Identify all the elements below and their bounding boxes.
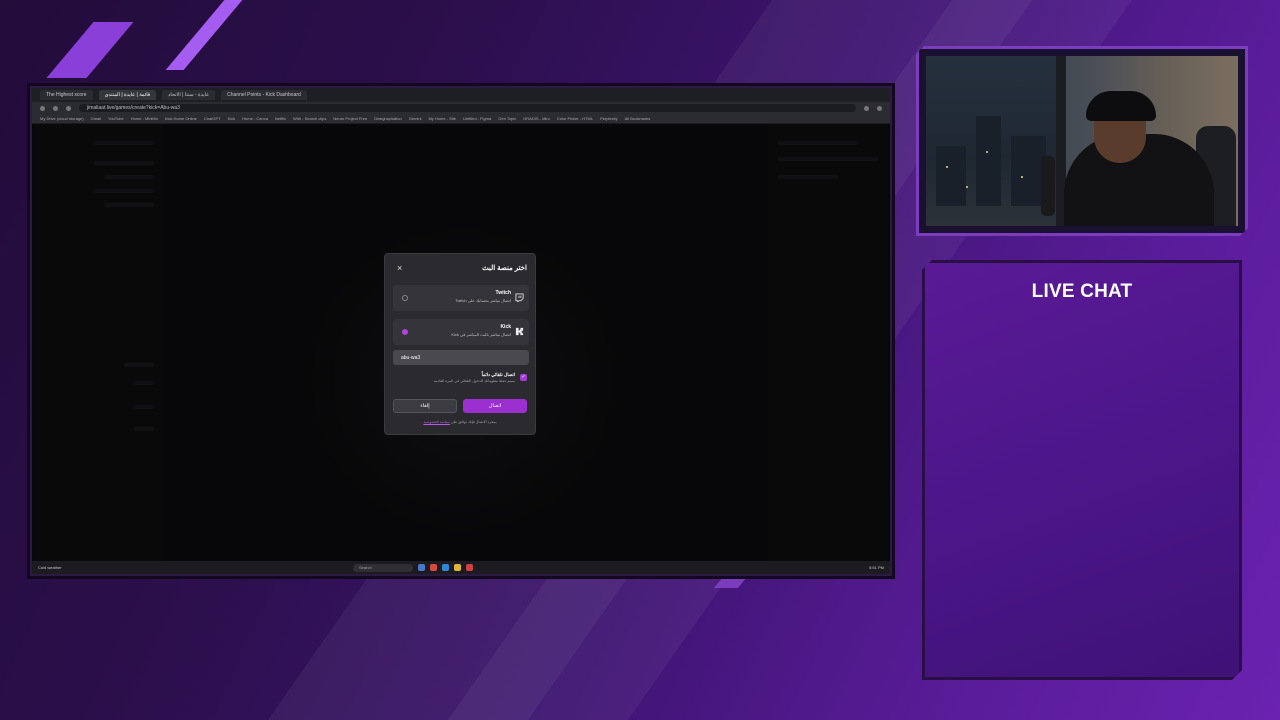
option-desc: اتصال مباشر بحسابك على Twitch [455,298,511,303]
live-chat-title: LIVE CHAT [1031,281,1133,302]
close-icon[interactable]: × [397,264,402,273]
bookmark[interactable]: GRADIS - Miro [523,116,550,121]
bookmark[interactable]: Gemini [409,116,422,121]
terms-note: بمجرد الاتصال فإنك توافق على سياسة الخصو… [385,420,535,424]
bookmark[interactable]: Home - MiniMo [131,116,158,121]
twitch-icon [515,293,524,302]
menu-icon[interactable] [877,105,882,111]
remember-row[interactable]: ✓ اتصال تلقائي دائماً سيتم حفظ معلوماتك … [393,369,529,387]
bookmark[interactable]: All Bookmarks [625,116,651,121]
cancel-button[interactable]: إلغاء [393,399,457,413]
microphone-icon [1041,156,1055,216]
bookmark[interactable]: Netflix [275,116,286,121]
remember-checkbox[interactable]: ✓ [520,374,527,381]
privacy-link[interactable]: سياسة الخصوصية [423,420,450,424]
remember-desc: سيتم حفظ معلوماتك للدخول التلقائي في الم… [433,379,515,383]
platform-dialog: اختر منصة البث × Twitch اتصال مباشر بحسا… [384,253,536,435]
webcam-frame [916,46,1248,236]
option-kick[interactable]: Kick اتصال مباشر بالبث المباشر في Kick [393,319,529,345]
browser-tab[interactable]: عايدة - سنتا | الاتحاد [162,90,216,100]
remember-title: اتصال تلقائي دائماً [481,372,515,377]
browser-tab[interactable]: قائمة | عايدة | المنتدى [98,90,157,100]
terms-text: بمجرد الاتصال فإنك توافق على [450,420,497,424]
chrome-icon[interactable] [466,564,473,571]
windows-taskbar: Cold weather Search 5:51 PM [32,561,890,574]
bookmark[interactable]: Gen Topic [498,116,516,121]
folder-icon[interactable] [454,564,461,571]
live-chat-panel: LIVE CHAT [922,260,1242,680]
explorer-icon[interactable] [418,564,425,571]
radio-kick[interactable] [402,329,408,335]
bookmark[interactable]: My Home - Site [428,116,456,121]
option-desc: اتصال مباشر بالبث المباشر في Kick [451,332,511,337]
option-name: Twitch [495,290,511,296]
bookmark[interactable]: Gmail [91,116,101,121]
decor-stripe [165,0,243,70]
bookmark[interactable]: Designspiration [374,116,402,121]
bookmark[interactable]: With - Search clips [293,116,326,121]
reload-icon[interactable] [66,105,71,111]
radio-twitch[interactable] [402,295,408,301]
bookmark[interactable]: My Drive (cloud storage) [40,116,84,121]
bookmark[interactable]: Home - Canva [242,116,268,121]
back-icon[interactable] [40,105,45,111]
connect-button[interactable]: اتصال [463,399,527,413]
option-twitch[interactable]: Twitch اتصال مباشر بحسابك على Twitch [393,285,529,311]
weather-widget[interactable]: Cold weather [38,565,98,570]
kick-icon [515,327,524,336]
address-bar: jimaliaat.live/games/create?kick=Abu-wa3 [32,102,890,114]
bookmark[interactable]: Untitled - Figma [463,116,491,121]
webcam-feed [926,56,1238,226]
option-name: Kick [500,324,511,330]
edge-icon[interactable] [442,564,449,571]
bookmark[interactable]: Kick Home Online [165,116,197,121]
channel-name-input[interactable]: abu-wa3 [393,350,529,365]
url-field[interactable]: jimaliaat.live/games/create?kick=Abu-wa3 [79,104,856,112]
browser-tab[interactable]: The Highest score [40,90,93,100]
bookmark[interactable]: Neuro Project Free [333,116,367,121]
forward-icon[interactable] [53,105,58,111]
taskbar-search[interactable]: Search [353,563,413,572]
decor-stripe [46,22,134,78]
bookmarks-bar: My Drive (cloud storage) Gmail YouTube H… [32,114,890,124]
cap [1086,91,1156,121]
dialog-title: اختر منصة البث [482,265,527,272]
extension-icon[interactable] [864,105,869,111]
app-icon[interactable] [430,564,437,571]
browser-tab[interactable]: Channel Points - Kick Dashboard [221,90,307,100]
bookmark[interactable]: Kick [228,116,236,121]
bookmark[interactable]: Color Picker - HTML [557,116,593,121]
taskbar-clock[interactable]: 5:51 PM [869,565,884,570]
browser-tab-bar: The Highest score قائمة | عايدة | المنتد… [32,88,890,102]
bookmark[interactable]: ChatGPT [204,116,221,121]
bookmark[interactable]: YouTube [108,116,124,121]
bookmark[interactable]: Perplexity [600,116,618,121]
